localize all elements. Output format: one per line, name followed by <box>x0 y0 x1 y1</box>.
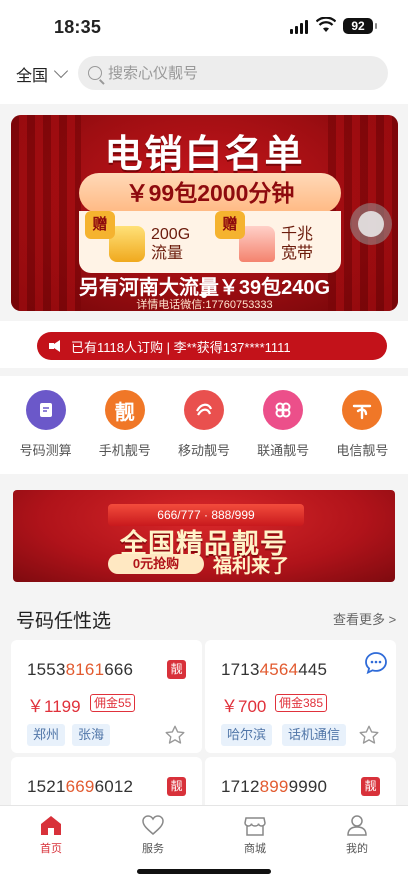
promo-banner[interactable]: 电销白名单 ￥99包2000分钟 赠 200G 流量 赠 千兆 宽带 另有河南大… <box>11 115 398 311</box>
commission-badge: 佣金385 <box>275 694 328 712</box>
liang-badge: 靓 <box>167 660 186 679</box>
search-input[interactable] <box>108 64 368 82</box>
phone-number: 15216696012 <box>27 777 134 796</box>
status-time: 18:35 <box>54 17 102 37</box>
cellular-signal-icon <box>290 20 308 34</box>
gift-data-line2: 流量 <box>151 245 184 262</box>
search-icon <box>88 66 102 80</box>
phone-number: 15538161666 <box>27 660 134 679</box>
grab-free-button[interactable]: 0元抢购 <box>108 554 204 574</box>
category-mobile-liang[interactable]: 移动靓号 <box>168 376 240 474</box>
home-indicator <box>137 869 271 874</box>
banner-contact: 详情电话微信:17760753333 <box>136 299 273 311</box>
section-title: 号码任性选 <box>16 611 112 632</box>
user-icon <box>347 815 367 836</box>
commission-badge: 佣金55 <box>90 694 136 712</box>
category-unicom-liang[interactable]: 联通靓号 <box>247 376 319 474</box>
status-bar: 18:35 92 <box>0 0 408 52</box>
number-picker-section: 号码任性选 查看更多 > 15538161666 靓 ￥1199 佣金55 郑州… <box>0 590 408 817</box>
gift-broadband-line1: 千兆 <box>281 226 314 243</box>
number-card[interactable]: 15538161666 靓 ￥1199 佣金55 郑州 张海 <box>11 640 202 753</box>
location-tag: 郑州 <box>27 724 66 746</box>
calculator-icon <box>25 390 66 430</box>
category-label: 电信靓号 <box>336 443 389 458</box>
banner-gifts: 赠 200G 流量 赠 千兆 宽带 <box>79 211 341 273</box>
search-header: 全国 <box>0 52 408 104</box>
promo-title: 全国精品靓号 <box>120 529 288 559</box>
owner-tag: 话机通信 <box>282 724 347 746</box>
gift-broadband-label: 千兆 宽带 <box>281 225 313 263</box>
customer-service-chat-icon[interactable] <box>364 651 388 675</box>
liang-icon: 靓 <box>104 390 145 430</box>
phone-number: 17134564445 <box>221 660 328 679</box>
gift-data-line1: 200G <box>151 226 191 243</box>
category-label: 号码测算 <box>19 443 72 458</box>
heart-icon <box>142 815 164 835</box>
promo-slogan: 福利来了 <box>213 556 290 577</box>
gift-badge: 赠 <box>85 211 115 239</box>
floating-assistive-button[interactable] <box>350 203 392 245</box>
search-box[interactable] <box>78 56 388 90</box>
location-tag: 哈尔滨 <box>221 724 273 746</box>
gift-data-label: 200G 流量 <box>151 225 190 263</box>
owner-tag: 张海 <box>72 724 111 746</box>
home-icon <box>41 816 61 835</box>
region-label: 全国 <box>16 68 49 85</box>
notice-section: 已有1118人订购 | 李**获得137****1111 <box>0 321 408 368</box>
tab-label: 首页 <box>40 843 62 855</box>
gift-data: 赠 200G 流量 <box>85 211 190 263</box>
number-price: ￥1199 <box>27 697 81 716</box>
shop-icon <box>244 817 266 836</box>
notice-text: 已有1118人订购 | 李**获得137****1111 <box>71 339 291 355</box>
battery-icon: 92 <box>343 18 377 34</box>
gift-broadband-line2: 宽带 <box>281 245 314 262</box>
region-selector[interactable]: 全国 <box>16 62 69 86</box>
assistive-touch-icon <box>358 211 384 237</box>
phone-number: 17128999990 <box>221 777 328 796</box>
tab-label: 我的 <box>346 843 368 855</box>
liang-badge: 靓 <box>167 777 186 796</box>
liang-badge: 靓 <box>361 777 380 796</box>
favorite-star-icon[interactable] <box>358 724 380 746</box>
banner-price: ￥99包2000分钟 <box>79 173 341 213</box>
tab-label: 服务 <box>142 843 164 855</box>
category-phone-liang[interactable]: 靓 手机靓号 <box>89 376 161 474</box>
category-label: 移动靓号 <box>177 443 230 458</box>
view-more-link[interactable]: 查看更多 > <box>333 609 396 628</box>
app-screen: 18:35 92 全国 电销白名单 ￥99包2000分钟 赠 <box>0 0 408 883</box>
tab-home[interactable]: 首页 <box>21 814 81 856</box>
gift-badge: 赠 <box>215 211 245 239</box>
liang-promo-banner[interactable]: 666/777 · 888/999 全国精品靓号 0元抢购 福利来了 <box>13 490 395 582</box>
china-telecom-icon <box>342 390 383 430</box>
category-label: 联通靓号 <box>257 443 310 458</box>
favorite-star-icon[interactable] <box>164 724 186 746</box>
chevron-down-icon <box>53 63 69 79</box>
category-label: 手机靓号 <box>98 443 151 458</box>
order-notice-bar[interactable]: 已有1118人订购 | 李**获得137****1111 <box>37 332 387 360</box>
number-price: ￥700 <box>221 697 267 716</box>
tab-service[interactable]: 服务 <box>123 814 183 856</box>
tab-shop[interactable]: 商城 <box>225 814 285 856</box>
china-mobile-icon <box>183 390 224 430</box>
gift-broadband: 赠 千兆 宽带 <box>215 211 313 263</box>
tab-label: 商城 <box>244 843 266 855</box>
category-nav: 号码测算 靓 手机靓号 移动靓号 联通靓号 电信靓号 <box>0 376 408 474</box>
wifi-icon <box>316 17 336 32</box>
category-number-calc[interactable]: 号码测算 <box>10 376 82 474</box>
china-unicom-icon <box>263 390 304 430</box>
banner-title: 电销白名单 <box>104 132 305 176</box>
speaker-icon <box>49 340 60 352</box>
category-telecom-liang[interactable]: 电信靓号 <box>326 376 398 474</box>
tab-mine[interactable]: 我的 <box>327 814 387 856</box>
